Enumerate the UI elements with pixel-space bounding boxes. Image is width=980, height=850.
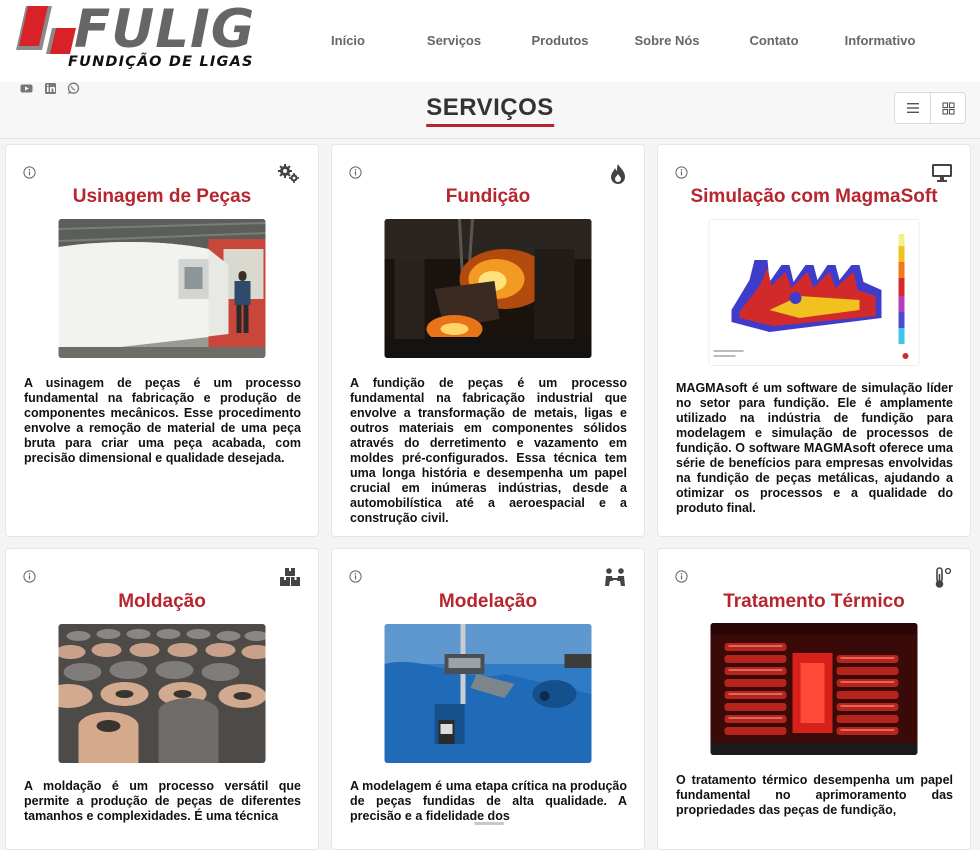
- nav-sobre-nos[interactable]: Sobre Nós: [634, 33, 699, 48]
- service-card-tratamento-termico[interactable]: Tratamento Térmico O tratamento térmico …: [657, 548, 971, 850]
- service-image-usinagem: [58, 219, 266, 358]
- list-view-icon: [906, 103, 919, 113]
- info-icon[interactable]: [23, 570, 36, 583]
- nav-inicio[interactable]: Início: [331, 33, 365, 48]
- gears-icon: [278, 164, 299, 183]
- main-nav: Início Serviços Produtos Sobre Nós Conta…: [300, 33, 950, 53]
- service-title: Simulação com MagmaSoft: [690, 186, 938, 207]
- scroll-indicator[interactable]: [474, 822, 504, 825]
- service-title: Fundição: [445, 186, 531, 207]
- view-toggle: [894, 92, 966, 124]
- service-image-simulacao: [708, 219, 920, 366]
- logo-wordmark: FULIG: [74, 0, 256, 60]
- list-view-button[interactable]: [895, 93, 930, 123]
- info-icon[interactable]: [675, 166, 688, 179]
- service-title: Modelação: [438, 591, 538, 612]
- info-icon[interactable]: [349, 166, 362, 179]
- service-title: Tratamento Térmico: [723, 591, 905, 612]
- page-title-bar: SERVIÇOS: [0, 82, 980, 139]
- youtube-icon[interactable]: [20, 82, 33, 95]
- info-icon[interactable]: [675, 570, 688, 583]
- nav-produtos[interactable]: Produtos: [531, 33, 588, 48]
- whatsapp-icon[interactable]: [67, 82, 80, 95]
- service-title: Moldação: [118, 591, 206, 612]
- service-description: A moldação é um processo versátil que pe…: [24, 779, 301, 823]
- service-description: MAGMAsoft é um software de simulação líd…: [676, 381, 953, 515]
- logo-tagline: FUNDIÇÃO DE LIGAS: [68, 54, 254, 70]
- service-description: O tratamento térmico desempenha um papel…: [676, 773, 953, 817]
- service-image-moldacao: [58, 624, 266, 763]
- grid-view-button[interactable]: [930, 93, 965, 123]
- service-image-tratamento-termico: [710, 623, 918, 755]
- nav-servicos[interactable]: Serviços: [427, 33, 481, 48]
- service-image-fundicao: [384, 219, 592, 358]
- info-icon[interactable]: [23, 166, 36, 179]
- linkedin-icon[interactable]: [44, 82, 57, 95]
- logo-mark-icon: [16, 6, 76, 54]
- service-card-simulacao[interactable]: Simulação com MagmaSoft MAGMAsoft é um s…: [657, 144, 971, 537]
- service-image-modelacao: [384, 624, 592, 763]
- service-card-moldacao[interactable]: Moldação A moldação é um processo versát…: [5, 548, 319, 850]
- boxes-icon: [280, 568, 300, 586]
- service-title: Usinagem de Peças: [72, 186, 252, 207]
- service-card-modelacao[interactable]: Modelação A modelagem é uma etapa crític…: [331, 548, 645, 850]
- service-description: A modelagem é uma etapa crítica na produ…: [350, 779, 627, 823]
- people-icon: [605, 568, 625, 586]
- monitor-icon: [932, 164, 952, 182]
- fire-icon: [611, 164, 625, 184]
- service-card-usinagem[interactable]: Usinagem de Peças A usinagem de peças é …: [5, 144, 319, 537]
- info-icon[interactable]: [349, 570, 362, 583]
- nav-informativo[interactable]: Informativo: [845, 33, 916, 48]
- site-header: FULIG FUNDIÇÃO DE LIGAS Início Serviços …: [0, 0, 980, 83]
- grid-view-icon: [941, 101, 955, 115]
- nav-contato[interactable]: Contato: [749, 33, 798, 48]
- thermometer-icon: [935, 567, 952, 588]
- page-title: SERVIÇOS: [426, 94, 554, 127]
- service-description: A usinagem de peças é um processo fundam…: [24, 376, 301, 465]
- service-card-fundicao[interactable]: Fundição A fundição de peças é um proces…: [331, 144, 645, 537]
- service-description: A fundição de peças é um processo fundam…: [350, 376, 627, 525]
- fulig-logo[interactable]: FULIG FUNDIÇÃO DE LIGAS: [12, 0, 270, 76]
